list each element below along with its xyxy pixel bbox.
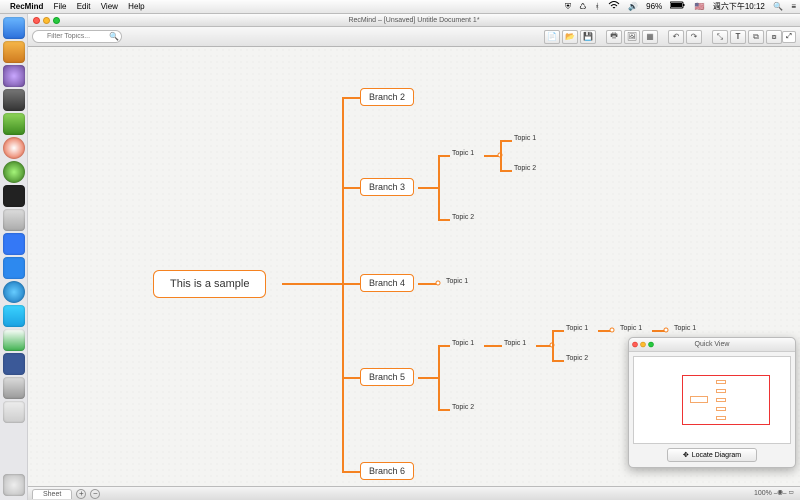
titlebar: RecMind – [Unsaved] Untitle Document 1*	[28, 14, 800, 27]
branch-node[interactable]: Branch 2	[360, 88, 414, 106]
branch-node[interactable]: Branch 5	[360, 368, 414, 386]
quickview-panel: Quick View ✥ Locate Diagram	[628, 337, 796, 468]
undo-button[interactable]: ↶	[668, 30, 684, 44]
dock-app-icon[interactable]	[3, 401, 25, 423]
dock-app-icon[interactable]	[3, 89, 25, 111]
trash-icon[interactable]	[3, 474, 25, 496]
topic-label[interactable]: Topic 1	[446, 278, 468, 285]
menu-view[interactable]: View	[101, 2, 118, 11]
topic-label[interactable]: Topic 1	[566, 325, 588, 332]
dock-app-icon[interactable]	[3, 137, 25, 159]
dock-app-icon[interactable]	[3, 329, 25, 351]
fit-button[interactable]: ▭	[788, 490, 794, 497]
battery-icon[interactable]	[670, 1, 686, 9]
remove-sheet-button[interactable]: −	[90, 489, 100, 499]
dock-app-icon[interactable]	[3, 209, 25, 231]
dock-app-icon[interactable]	[3, 233, 25, 255]
layout2-button[interactable]: ⧇	[766, 30, 782, 44]
layout-button[interactable]: ⧉	[748, 30, 764, 44]
dock-app-icon[interactable]	[3, 41, 25, 63]
dock-app-icon[interactable]	[3, 161, 25, 183]
document-window: RecMind – [Unsaved] Untitle Document 1* …	[28, 14, 800, 500]
sync-icon[interactable]: ♺	[579, 2, 586, 11]
shield-icon[interactable]: ⛨	[565, 2, 571, 12]
toolbar: 🔍 📄 📂 💾 🖶 🖼 ▦ ↶ ↷ ⤡ T ⧉ ⧇ ⤢	[28, 27, 800, 47]
topic-label[interactable]: Topic 2	[452, 404, 474, 411]
zoom-slider-icon[interactable]: ⎯◉⎯	[774, 490, 789, 497]
wifi-icon[interactable]	[608, 1, 620, 9]
menubar-status: ⛨ ♺ ᚼ 🔊 96% 🇺🇸 週六下午10:12 🔍 ≡	[559, 1, 796, 12]
branch-node[interactable]: Branch 4	[360, 274, 414, 292]
dock	[0, 14, 28, 500]
root-node[interactable]: This is a sample	[153, 270, 266, 298]
window-title: RecMind – [Unsaved] Untitle Document 1*	[28, 17, 800, 24]
topic-label[interactable]: Topic 1	[514, 135, 536, 142]
topic-label[interactable]: Topic 1	[504, 340, 526, 347]
footer: Sheet + − 100% ⎯◉⎯ ▭	[28, 486, 800, 500]
topic-label[interactable]: Topic 2	[566, 355, 588, 362]
topic-label[interactable]: Topic 1	[452, 340, 474, 347]
dock-app-icon[interactable]	[3, 377, 25, 399]
topic-label[interactable]: Topic 2	[452, 214, 474, 221]
new-button[interactable]: 📄	[544, 30, 560, 44]
export-image-button[interactable]: 🖼	[624, 30, 640, 44]
dock-app-icon[interactable]	[3, 305, 25, 327]
volume-icon[interactable]: 🔊	[628, 2, 638, 11]
menubar: RecMind File Edit View Help ⛨ ♺ ᚼ 🔊 96% …	[0, 0, 800, 14]
topic-label[interactable]: Topic 2	[514, 165, 536, 172]
menu-help[interactable]: Help	[128, 2, 144, 11]
sheet-tab[interactable]: Sheet	[32, 489, 72, 499]
clock[interactable]: 週六下午10:12	[713, 1, 765, 12]
battery-percent: 96%	[646, 2, 662, 11]
quickview-minimap[interactable]	[633, 356, 791, 444]
notification-center-icon[interactable]: ≡	[791, 2, 796, 11]
bluetooth-icon[interactable]: ᚼ	[595, 2, 600, 11]
topic-label[interactable]: Topic 1	[620, 325, 642, 332]
dock-app-icon[interactable]	[3, 185, 25, 207]
locate-icon: ✥	[683, 451, 689, 459]
menu-edit[interactable]: Edit	[77, 2, 91, 11]
dock-app-icon[interactable]	[3, 113, 25, 135]
branch-node[interactable]: Branch 3	[360, 178, 414, 196]
app-menu: RecMind File Edit View Help	[10, 2, 153, 11]
add-sheet-button[interactable]: +	[76, 489, 86, 499]
quickview-title: Quick View	[629, 341, 795, 348]
text-button[interactable]: T	[730, 30, 746, 44]
collapse-button[interactable]: ⤡	[712, 30, 728, 44]
input-flag-icon[interactable]: 🇺🇸	[695, 2, 705, 11]
expand-button[interactable]: ⤢	[782, 31, 796, 43]
mindmap-canvas[interactable]: This is a sample Branch 2 Branch 3 Topic…	[28, 47, 800, 486]
locate-diagram-button[interactable]: ✥ Locate Diagram	[667, 448, 757, 462]
zoom-level: 100%	[754, 490, 772, 497]
quickview-viewport[interactable]	[682, 375, 770, 425]
dock-app-icon[interactable]	[3, 353, 25, 375]
topic-label[interactable]: Topic 1	[674, 325, 696, 332]
branch-node[interactable]: Branch 6	[360, 462, 414, 480]
menu-app[interactable]: RecMind	[10, 2, 43, 11]
dock-app-icon[interactable]	[3, 281, 25, 303]
search-icon: 🔍	[109, 32, 119, 41]
topic-label[interactable]: Topic 1	[452, 150, 474, 157]
menu-file[interactable]: File	[54, 2, 67, 11]
dock-app-icon[interactable]	[3, 257, 25, 279]
open-button[interactable]: 📂	[562, 30, 578, 44]
dock-app-icon[interactable]	[3, 65, 25, 87]
save-button[interactable]: 💾	[580, 30, 596, 44]
dock-app-icon[interactable]	[3, 17, 25, 39]
spotlight-icon[interactable]: 🔍	[773, 2, 783, 11]
print-button[interactable]: 🖶	[606, 30, 622, 44]
export-button[interactable]: ▦	[642, 30, 658, 44]
redo-button[interactable]: ↷	[686, 30, 702, 44]
